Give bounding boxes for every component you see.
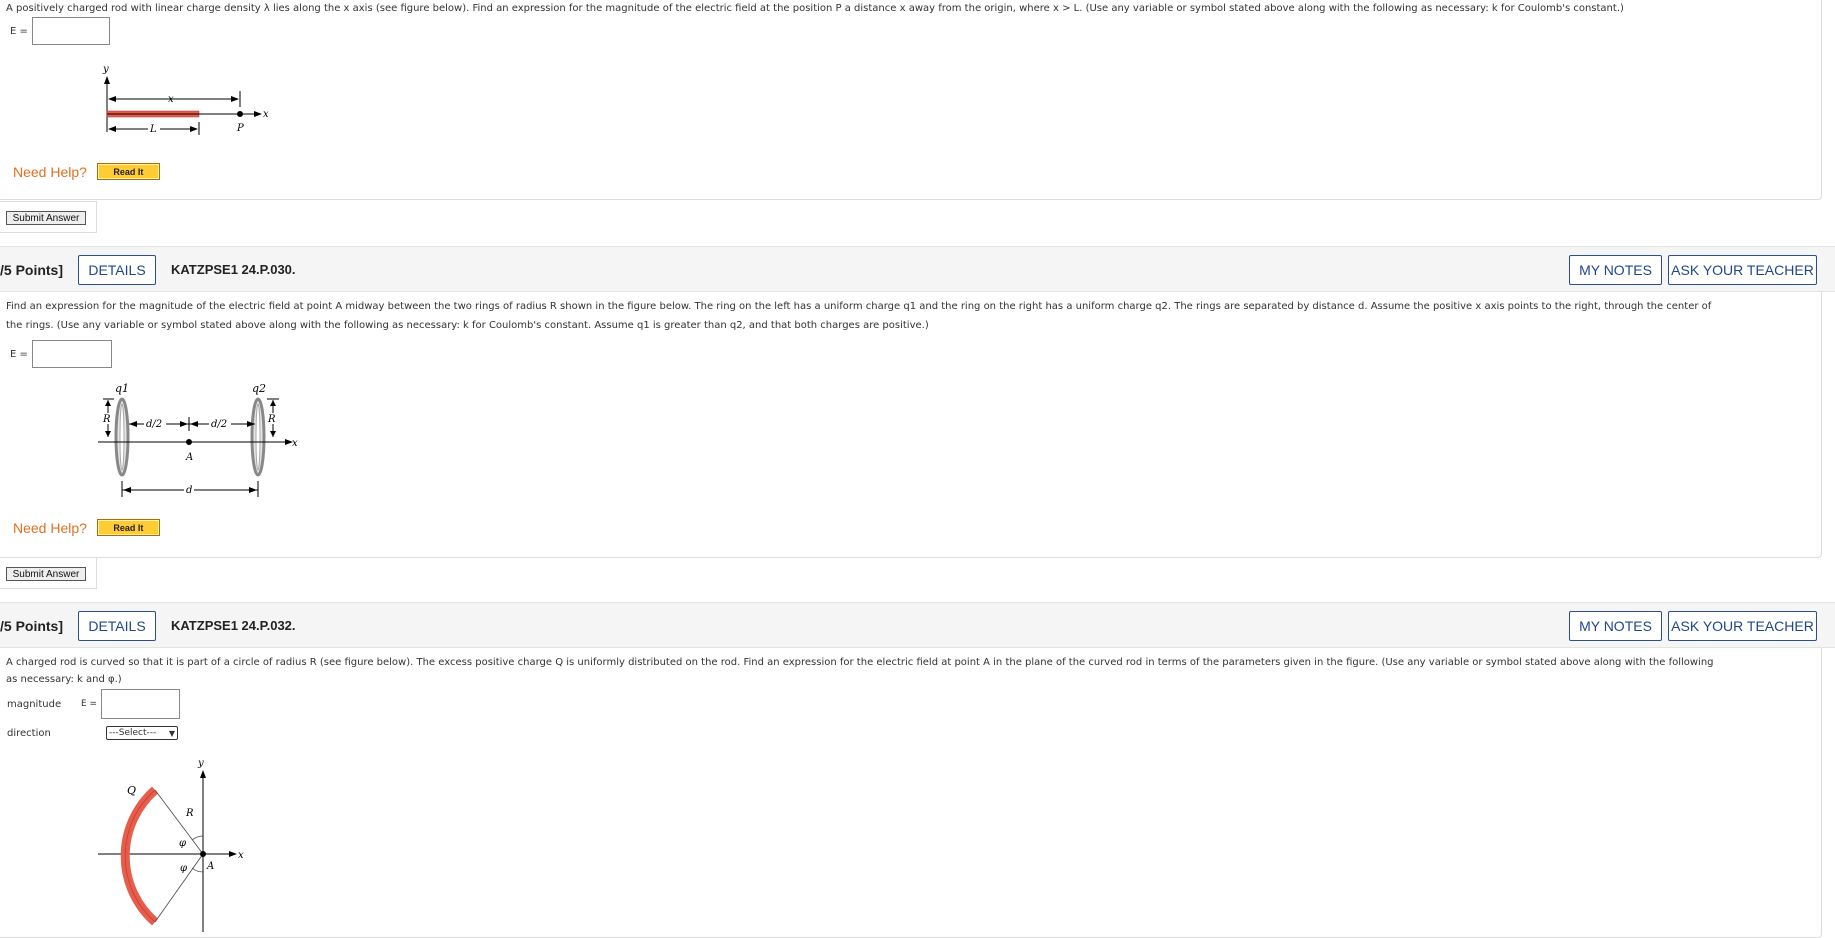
q3-details-button[interactable]: DETAILS: [78, 611, 156, 641]
q2-text-line2: the rings. (Use any variable or symbol s…: [6, 320, 929, 331]
q2-answer-label: E =: [10, 348, 28, 360]
q2-ask-teacher-button[interactable]: ASK YOUR TEACHER: [1668, 255, 1817, 285]
q3-answer-label: E =: [81, 699, 98, 709]
q2-my-notes-button[interactable]: MY NOTES: [1569, 255, 1662, 285]
q3-direction-label: direction: [7, 727, 51, 739]
q2-need-help-label: Need Help?: [13, 519, 87, 536]
q3-question-id: KATZPSE1 24.P.032.: [171, 618, 296, 633]
q2-read-it-button[interactable]: Read It: [96, 519, 160, 536]
q1-answer-input[interactable]: [31, 17, 110, 45]
q2-fig-d2-right: d/2: [211, 419, 227, 430]
q2-answer-row: E =: [10, 340, 112, 368]
q1-fig-x-axis: x: [263, 109, 269, 120]
q1-submit-box: Submit Answer: [0, 201, 97, 233]
q2-fig-d: d: [186, 485, 192, 496]
q3-my-notes-button[interactable]: MY NOTES: [1569, 611, 1662, 641]
q2-question-id: KATZPSE1 24.P.030.: [171, 262, 296, 277]
q3-figure: y x Q R φ φ A: [98, 758, 244, 932]
q2-fig-q2: q2: [252, 382, 266, 395]
q2-text-line1: Find an expression for the magnitude of …: [6, 301, 1712, 312]
q2-fig-A: A: [185, 452, 193, 463]
q3-magnitude-label: magnitude: [7, 698, 62, 710]
q3-direction-select-value: ---Select---: [109, 728, 157, 738]
q2-fig-x: x: [292, 438, 298, 449]
q1-need-help-label: Need Help?: [13, 163, 87, 180]
q2-fig-R-right: R: [267, 414, 276, 425]
q3-fig-Q: Q: [127, 784, 136, 797]
q3-text-line2: as necessary: k and φ.): [6, 674, 122, 685]
q1-answer-label: E =: [10, 25, 28, 37]
question-3-panel: [0, 648, 1822, 938]
q2-submit-box: Submit Answer: [0, 557, 97, 589]
q1-fig-L: L: [149, 124, 157, 135]
question-1-panel: [0, 0, 1822, 200]
q3-fig-R: R: [185, 808, 194, 819]
q1-need-help: Need Help? Read It: [13, 163, 160, 180]
q3-direction-row: direction ---Select--- ▼: [7, 726, 178, 740]
q2-submit-button[interactable]: Submit Answer: [6, 567, 86, 581]
q3-fig-phi-bottom: φ: [180, 863, 187, 874]
q1-fig-P: P: [236, 123, 244, 134]
q3-text-line1: A charged rod is curved so that it is pa…: [6, 657, 1714, 668]
q2-header: /5 Points] DETAILS KATZPSE1 24.P.030. MY…: [0, 246, 1835, 292]
q2-figure: q1 q2 x A R R d/2 d/2 d: [98, 382, 298, 497]
q3-fig-A: A: [206, 861, 214, 872]
q1-figure: y x x P L: [102, 64, 269, 135]
q2-fig-q1: q1: [115, 382, 129, 395]
chevron-down-icon: ▼: [168, 728, 175, 738]
q1-fig-y-label: y: [102, 64, 109, 75]
q2-fig-R-left: R: [102, 414, 111, 425]
question-1-text: A positively charged rod with linear cha…: [6, 3, 1624, 14]
q3-fig-y: y: [197, 758, 204, 769]
q2-need-help: Need Help? Read It: [13, 519, 160, 536]
q2-details-button[interactable]: DETAILS: [78, 255, 156, 285]
q3-fig-phi-top: φ: [179, 838, 186, 849]
q2-fig-d2-left: d/2: [146, 419, 162, 430]
q2-answer-input[interactable]: [31, 340, 112, 368]
q2-points: /5 Points]: [0, 262, 64, 278]
q3-header: /5 Points] DETAILS KATZPSE1 24.P.032. MY…: [0, 602, 1835, 648]
q1-submit-button[interactable]: Submit Answer: [6, 211, 86, 225]
q1-answer-row: E =: [10, 17, 110, 45]
q3-magnitude-row: magnitude E =: [7, 689, 181, 719]
q3-magnitude-input[interactable]: [101, 689, 181, 719]
q1-read-it-button[interactable]: Read It: [96, 163, 160, 180]
q3-ask-teacher-button[interactable]: ASK YOUR TEACHER: [1668, 611, 1817, 641]
q1-fig-x-top: x: [168, 94, 174, 105]
q3-direction-select[interactable]: ---Select--- ▼: [106, 726, 178, 740]
q3-fig-x: x: [238, 850, 244, 861]
q3-points: /5 Points]: [0, 618, 64, 634]
